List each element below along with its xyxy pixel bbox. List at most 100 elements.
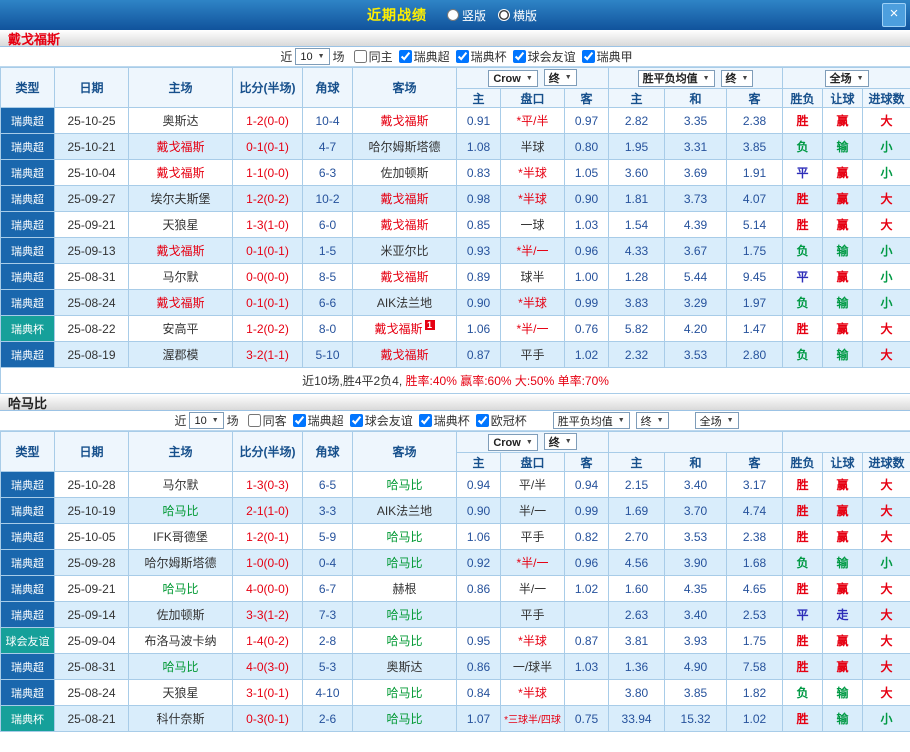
corner-count: 10-2 (302, 185, 353, 212)
match-score: 1-3(1-0) (232, 211, 303, 238)
filter-select-value: 全场 (699, 415, 722, 428)
europe-home-odds: 1.54 (608, 211, 666, 238)
odds-group-header: 全场 ▼ (782, 67, 910, 89)
sub-column-header: 进球数 (862, 88, 910, 108)
result-handicap: 赢 (822, 523, 864, 550)
result-goals: 小 (862, 289, 910, 316)
league-filter[interactable]: 欧冠杯 (475, 412, 527, 429)
league-type-cell: 瑞典超 (0, 159, 55, 186)
match-date: 25-10-25 (54, 107, 129, 134)
league-filter[interactable]: 瑞典甲 (581, 48, 633, 65)
europe-draw-odds: 3.40 (664, 471, 728, 498)
league-filter[interactable]: 瑞典超 (292, 412, 344, 429)
match-count-select[interactable]: 10 ▼ (189, 412, 224, 429)
league-filter-checkbox[interactable] (455, 50, 469, 63)
match-count-select[interactable]: 10 ▼ (295, 48, 330, 65)
europe-away-odds: 3.17 (726, 471, 784, 498)
same-venue-filter[interactable]: 同主 (353, 48, 393, 65)
asian-home-odds: 1.07 (456, 705, 501, 732)
same-venue-filter[interactable]: 同客 (247, 412, 287, 429)
league-filter[interactable]: 球会友谊 (349, 412, 413, 429)
header-select[interactable]: 终 ▼ (543, 69, 577, 86)
away-team-name: 哈马比 (386, 478, 423, 492)
league-filter-checkbox[interactable] (349, 414, 363, 427)
sub-column-header: 主 (456, 452, 501, 472)
asian-away-odds: 0.96 (563, 237, 610, 264)
league-filter-checkbox[interactable] (512, 50, 526, 63)
layout-option-vertical[interactable]: 竖版 (446, 7, 486, 24)
result-handicap: 赢 (822, 627, 864, 654)
league-filter-checkbox[interactable] (581, 50, 595, 63)
header-select-value: 终 (548, 72, 560, 85)
asian-handicap: *半球 (500, 289, 565, 316)
result-wdl: 胜 (782, 107, 824, 134)
league-filter[interactable]: 瑞典杯 (418, 412, 470, 429)
league-filter-checkbox[interactable] (475, 414, 489, 427)
odds-group-header: 胜平负均值 ▼ 终 ▼ (608, 67, 784, 89)
league-filter[interactable]: 球会友谊 (512, 48, 576, 65)
match-date: 25-08-19 (54, 341, 129, 368)
match-score: 1-1(0-0) (232, 159, 303, 186)
filter-select[interactable]: 胜平负均值 ▼ (552, 412, 630, 429)
match-row: 瑞典超 25-08-19 渥郡模 3-2(1-1) 5-10 戴戈福斯 0.87 平手 1.02… (0, 341, 910, 368)
layout-option-horizontal[interactable]: 横版 (498, 7, 537, 24)
result-handicap: 输 (822, 133, 864, 160)
match-row: 瑞典超 25-08-24 天狼星 3-1(0-1) 4-10 哈马比 0.84 *半球 3.80… (0, 679, 910, 706)
europe-away-odds: 1.47 (726, 315, 784, 342)
league-type-cell: 瑞典超 (0, 653, 55, 680)
asian-away-odds: 0.94 (563, 471, 610, 498)
away-team: 哈马比 (352, 627, 457, 654)
match-date: 25-09-21 (54, 211, 129, 238)
asian-away-odds: 1.05 (563, 159, 610, 186)
match-date: 25-08-21 (54, 705, 129, 732)
result-goals: 大 (862, 627, 910, 654)
home-team: 哈马比 (128, 497, 233, 524)
result-wdl: 胜 (782, 653, 824, 680)
result-wdl: 负 (782, 237, 824, 264)
europe-draw-odds: 4.39 (664, 211, 728, 238)
summary-segment: 近10场,胜4平2负4, (302, 374, 406, 388)
match-date: 25-08-31 (54, 263, 129, 290)
same-venue-filter-checkbox[interactable] (353, 50, 367, 63)
away-team: 哈马比 (352, 705, 457, 732)
column-header: 比分(半场) (232, 67, 303, 108)
europe-draw-odds: 3.35 (664, 107, 728, 134)
europe-home-odds: 2.63 (608, 601, 666, 628)
result-goals: 大 (862, 211, 910, 238)
asian-home-odds: 0.98 (456, 185, 501, 212)
match-date: 25-09-13 (54, 237, 129, 264)
header-select[interactable]: 胜平负均值 ▼ (637, 69, 715, 87)
filter-select[interactable]: 全场 ▼ (694, 412, 739, 429)
league-filter-checkbox[interactable] (418, 414, 432, 427)
corner-count: 2-6 (302, 705, 353, 732)
match-date: 25-08-24 (54, 289, 129, 316)
asian-handicap: *半球 (500, 679, 565, 706)
match-score: 0-1(0-1) (232, 289, 303, 316)
asian-home-odds: 0.90 (456, 497, 501, 524)
league-filter[interactable]: 瑞典杯 (455, 48, 507, 65)
header-select[interactable]: 全场 ▼ (824, 69, 869, 87)
home-team: 奥斯达 (128, 107, 233, 134)
europe-draw-odds: 4.35 (664, 575, 728, 602)
same-venue-filter-checkbox[interactable] (247, 414, 261, 427)
league-type-cell: 瑞典超 (0, 289, 55, 316)
vertical-layout-radio[interactable] (446, 9, 459, 21)
header-select[interactable]: Crow ▼ (488, 434, 538, 451)
away-team-name: 赫根 (392, 582, 417, 596)
header-select[interactable]: 终 ▼ (720, 69, 754, 87)
header-select[interactable]: Crow ▼ (488, 70, 538, 87)
horizontal-layout-radio[interactable] (498, 9, 510, 21)
league-filter-checkbox[interactable] (292, 414, 306, 427)
league-filter-checkbox[interactable] (398, 50, 412, 63)
close-button[interactable]: × (882, 3, 906, 27)
asian-home-odds: 0.87 (456, 341, 501, 368)
result-goals: 大 (862, 185, 910, 212)
header-select[interactable]: 终 ▼ (543, 433, 577, 450)
sub-column-header: 客 (563, 88, 610, 108)
league-filter[interactable]: 瑞典超 (398, 48, 450, 65)
match-date: 25-09-14 (54, 601, 129, 628)
filter-select[interactable]: 终 ▼ (635, 412, 669, 429)
column-header: 类型 (0, 431, 55, 472)
result-wdl: 平 (782, 263, 824, 290)
sub-column-header: 客 (563, 452, 610, 472)
